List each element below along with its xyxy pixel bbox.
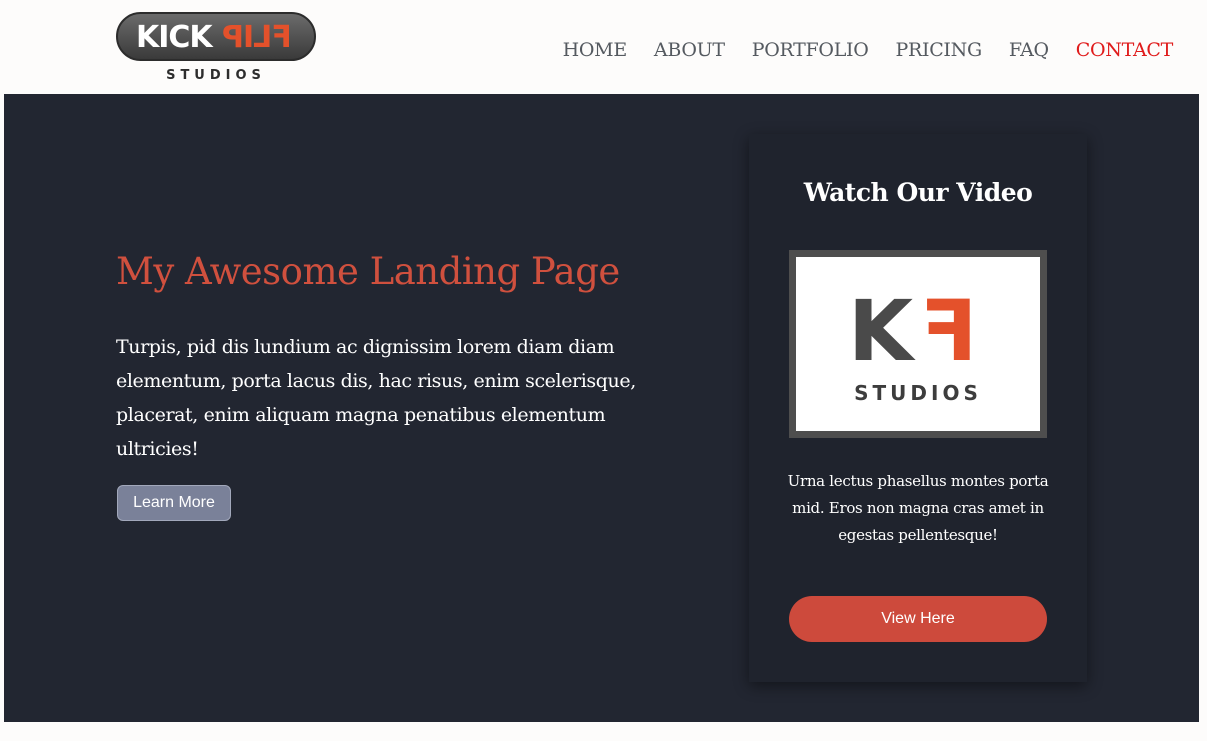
main-nav: HOME ABOUT PORTFOLIO PRICING FAQ CONTACT [563,39,1174,61]
logo-pill: KICK FLIP [116,12,316,61]
hero-description: Turpis, pid dis lundium ac dignissim lor… [116,336,636,460]
video-card: Watch Our Video K F STUDIOS Urna lectus … [749,134,1087,682]
logo-word-kick: KICK [136,20,213,55]
site-header: KICK FLIP STUDIOS HOME ABOUT PORTFOLIO P… [4,4,1199,94]
learn-more-button[interactable]: Learn More [117,485,231,521]
thumbnail-logo-k: K [848,282,914,380]
nav-pricing[interactable]: PRICING [896,39,983,61]
thumbnail-logo-f: F [920,282,978,380]
hero-title: My Awesome Landing Page [116,250,620,293]
kickflip-logo[interactable]: KICK FLIP STUDIOS [116,12,316,84]
thumbnail-logo-studios: STUDIOS [854,381,982,405]
logo-word-flip: FLIP [223,20,292,55]
logo-studios: STUDIOS [166,68,266,83]
nav-about[interactable]: ABOUT [654,39,725,61]
video-card-title: Watch Our Video [803,178,1033,207]
nav-faq[interactable]: FAQ [1009,39,1049,61]
nav-portfolio[interactable]: PORTFOLIO [752,39,869,61]
nav-contact[interactable]: CONTACT [1076,39,1174,61]
video-card-description: Urna lectus phasellus montes porta mid. … [787,472,1049,544]
video-thumbnail[interactable]: K F STUDIOS [789,250,1047,438]
nav-home[interactable]: HOME [563,39,628,61]
hero-section: My Awesome Landing Page Turpis, pid dis … [4,94,1199,722]
view-here-button[interactable]: View Here [789,596,1047,642]
